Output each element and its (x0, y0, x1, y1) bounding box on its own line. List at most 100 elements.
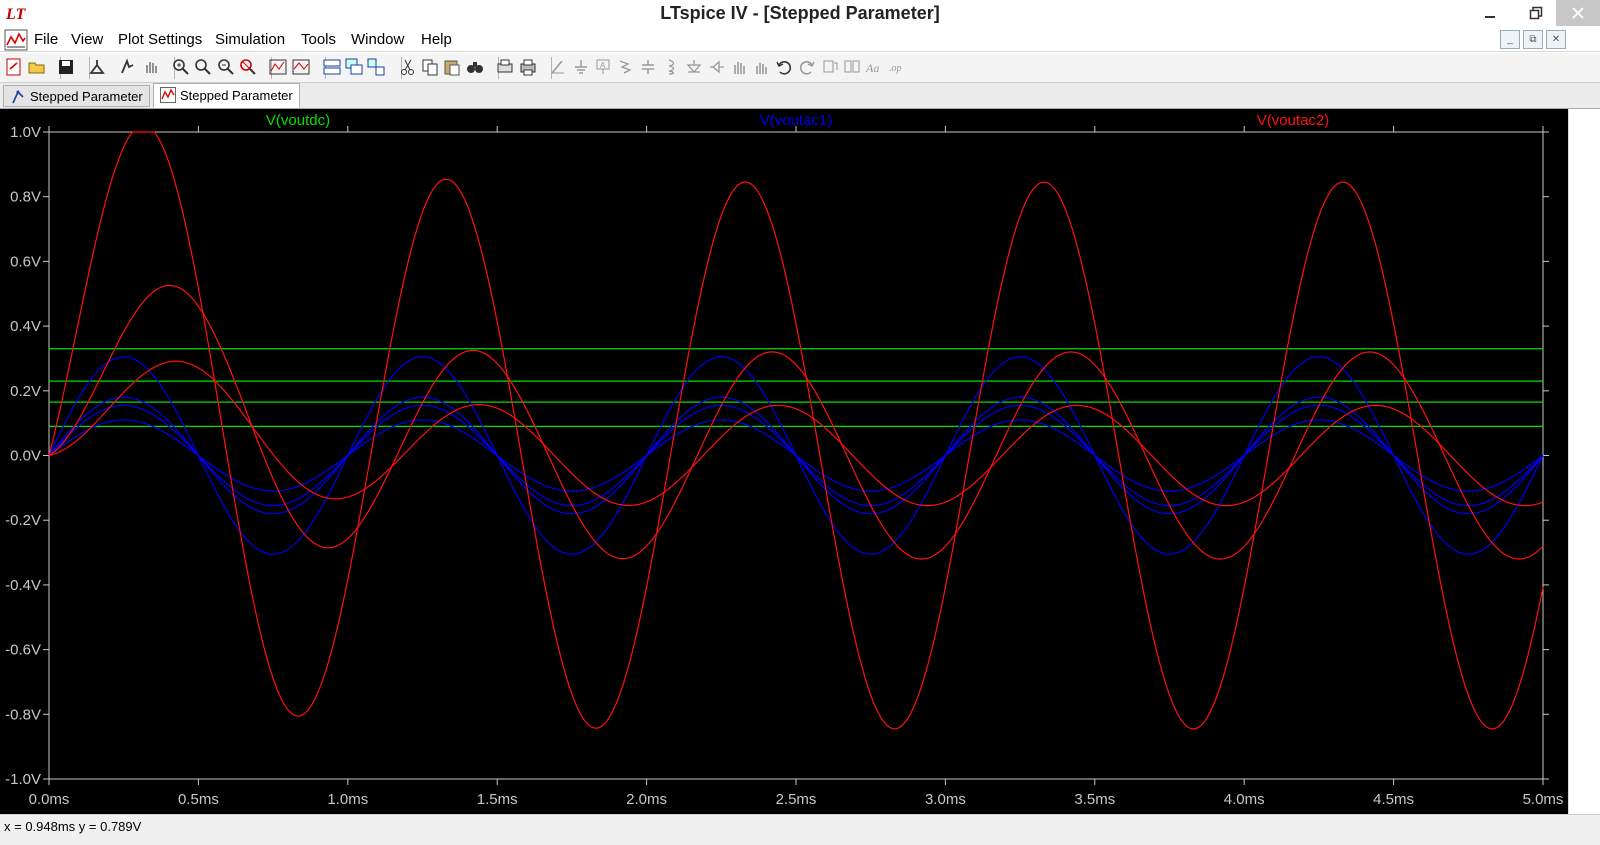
mdi-minimize-icon: _ (1507, 34, 1513, 45)
find-icon (467, 62, 483, 73)
legend-v-voutac1: V(voutac1) (760, 112, 833, 129)
control-panel-button[interactable] (87, 57, 107, 77)
x-tick-label: 3.0ms (925, 791, 966, 808)
cut-icon (401, 59, 414, 75)
undo-button[interactable] (774, 57, 794, 77)
text-icon: Aa (865, 61, 879, 75)
pan-button[interactable] (141, 57, 161, 77)
print-preview-button[interactable] (495, 57, 515, 77)
open-icon (28, 62, 45, 74)
run-button[interactable] (117, 57, 137, 77)
move-button[interactable] (729, 57, 749, 77)
copy-icon (422, 59, 438, 76)
menu-window[interactable]: Window (351, 31, 404, 48)
tab-label: Stepped Parameter (30, 89, 143, 104)
inductor-icon (668, 59, 675, 75)
x-tick-label: 2.5ms (776, 791, 817, 808)
open-button[interactable] (27, 57, 47, 77)
mdi-close-icon: ✕ (1551, 34, 1561, 45)
new-schematic-icon (6, 58, 21, 76)
x-tick-label: 3.5ms (1074, 791, 1115, 808)
rotate-button[interactable] (820, 57, 840, 77)
ground-icon (575, 60, 587, 74)
schematic-tab-icon (12, 90, 24, 104)
mdi-minimize-button[interactable]: _ (1500, 30, 1520, 49)
svg-text:Aa: Aa (865, 61, 879, 75)
waveform-plot[interactable]: 1.0V 0.8V 0.6V 0.4V 0.2V 0.0V -0.2V -0.4V -0.6V -… (0, 109, 1568, 814)
y-tick-label: -0.8V (5, 706, 41, 723)
y-tick-label: -0.6V (5, 642, 41, 659)
mdi-restore-icon: ⧉ (1529, 34, 1537, 45)
trace-voutac2-step-1 (48, 131, 1544, 730)
menu-plot-settings[interactable]: Plot Settings (118, 31, 202, 48)
tile-horizontal-button[interactable] (322, 57, 342, 77)
capacitor-button[interactable] (638, 57, 658, 77)
restore-button[interactable] (1514, 0, 1558, 26)
spice-directive-button[interactable]: .op (887, 57, 907, 77)
trace-voutac2-step-3 (48, 360, 1544, 507)
ground-button[interactable] (571, 57, 591, 77)
resistor-button[interactable] (616, 57, 636, 77)
y-tick-label: 0.0V (10, 448, 41, 465)
menu-tools[interactable]: Tools (301, 31, 336, 48)
waveform-tab-icon (160, 87, 176, 103)
mdi-restore-button[interactable]: ⧉ (1523, 30, 1543, 49)
minimize-icon (1485, 16, 1495, 18)
autorange-button[interactable] (268, 57, 288, 77)
mirror-button[interactable] (842, 57, 862, 77)
find-button[interactable] (465, 57, 485, 77)
tab-waveform-stepped-parameter[interactable]: Stepped Parameter (153, 83, 300, 108)
menu-simulation[interactable]: Simulation (215, 31, 285, 48)
mirror-icon (844, 60, 860, 73)
cut-button[interactable] (398, 57, 418, 77)
waveform-plot-svg[interactable]: 1.0V 0.8V 0.6V 0.4V 0.2V 0.0V -0.2V -0.4V -0.6V -… (0, 109, 1568, 814)
print-icon (520, 59, 536, 76)
text-button[interactable]: Aa (864, 57, 884, 77)
paste-button[interactable] (442, 57, 462, 77)
y-tick-label: 0.2V (10, 383, 41, 400)
save-button[interactable] (56, 57, 76, 77)
diode-button[interactable] (684, 57, 704, 77)
new-schematic-button[interactable] (4, 57, 24, 77)
x-tick-label: 5.0ms (1523, 791, 1564, 808)
pan-icon (146, 62, 157, 73)
pick-visible-traces-button[interactable] (291, 57, 311, 77)
status-bar: x = 0.948ms y = 0.789V (0, 814, 1600, 845)
y-tick-label: -0.4V (5, 577, 41, 594)
menu-file[interactable]: File (34, 31, 58, 48)
redo-button[interactable] (797, 57, 817, 77)
mdi-close-button[interactable]: ✕ (1546, 30, 1566, 49)
zoom-in-button[interactable] (171, 57, 191, 77)
zoom-in-icon (173, 59, 189, 75)
zoom-box-button[interactable] (193, 57, 213, 77)
zoom-fit-button[interactable] (238, 57, 258, 77)
component-icon (710, 60, 724, 74)
tab-label: Stepped Parameter (180, 88, 293, 103)
cascade-button[interactable] (344, 57, 364, 77)
inductor-button[interactable] (661, 57, 681, 77)
label-net-button[interactable]: A (593, 57, 613, 77)
tab-schematic-stepped-parameter[interactable]: Stepped Parameter (3, 85, 150, 107)
wire-icon (551, 60, 564, 74)
wire-button[interactable] (548, 57, 568, 77)
print-button[interactable] (518, 57, 538, 77)
zoom-out-button[interactable] (216, 57, 236, 77)
minimize-button[interactable] (1468, 0, 1512, 26)
close-button[interactable] (1556, 0, 1600, 26)
y-tick-label: 0.6V (10, 253, 41, 270)
arrange-icon (367, 58, 385, 76)
copy-button[interactable] (420, 57, 440, 77)
waveform-window-icon[interactable] (4, 29, 28, 51)
save-icon (59, 60, 73, 74)
component-button[interactable] (707, 57, 727, 77)
autorange-icon (269, 59, 287, 75)
arrange-button[interactable] (366, 57, 386, 77)
y-tick-label: 0.4V (10, 318, 41, 335)
x-tick-label: 4.0ms (1224, 791, 1265, 808)
restore-icon (1529, 6, 1543, 20)
menu-help[interactable]: Help (421, 31, 452, 48)
print-preview-icon (497, 59, 513, 73)
menu-view[interactable]: View (71, 31, 103, 48)
zoom-fit-icon (240, 59, 256, 75)
drag-button[interactable] (751, 57, 771, 77)
